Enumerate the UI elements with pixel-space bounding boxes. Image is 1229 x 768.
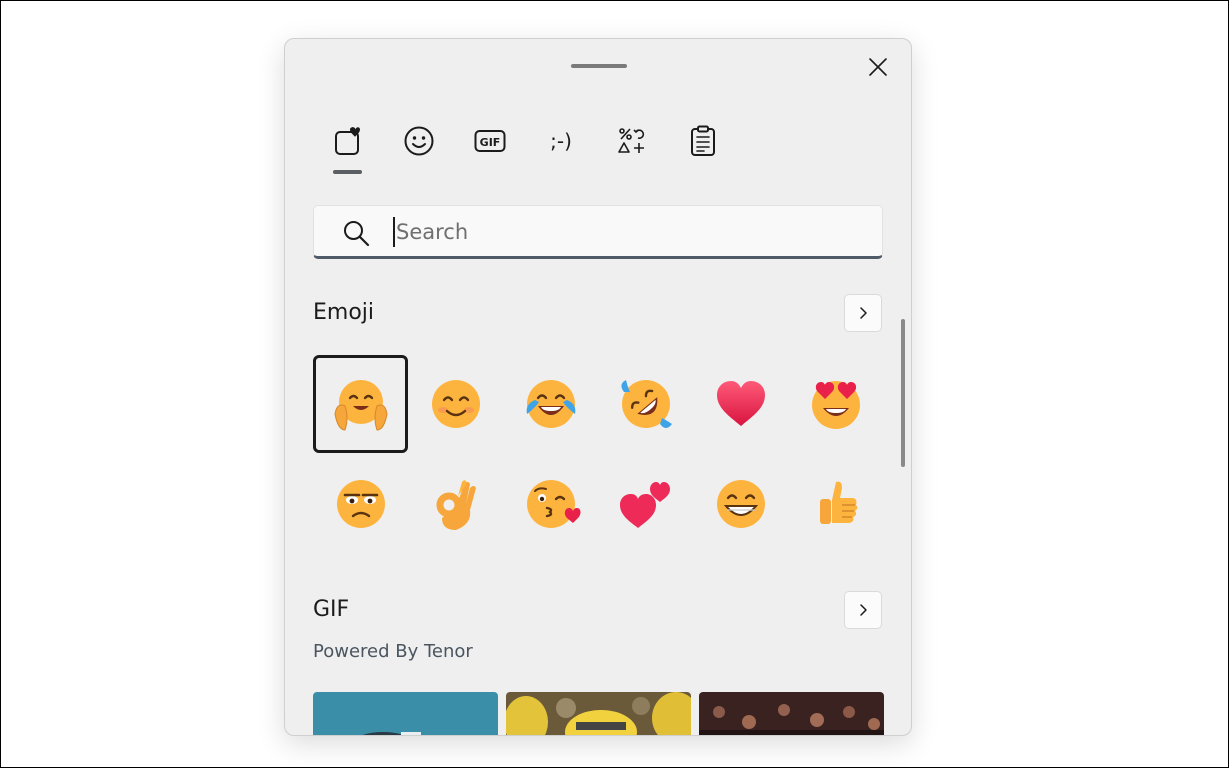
gif-image <box>313 692 498 735</box>
thumbs-up-icon <box>819 481 857 524</box>
tab-kaomoji[interactable]: ;-) <box>526 119 596 163</box>
drag-handle[interactable] <box>571 64 627 68</box>
gif-image <box>506 692 691 735</box>
emoji-cell[interactable] <box>788 455 883 553</box>
emoji-grid <box>313 355 888 555</box>
symbols-icon <box>618 128 645 153</box>
chevron-right-icon <box>860 604 867 616</box>
unamused-face-icon <box>336 480 385 528</box>
two-hearts-icon <box>619 482 670 528</box>
emoji-cell[interactable] <box>598 355 693 453</box>
gif-thumbnail-crowd[interactable] <box>699 692 884 735</box>
tab-symbols[interactable] <box>597 119 667 163</box>
gif-thumbnail-minions[interactable] <box>506 692 691 735</box>
clipboard-icon <box>691 125 715 156</box>
emoji-cell[interactable] <box>408 455 503 553</box>
tab-emoji[interactable] <box>384 119 454 163</box>
emoji-cell[interactable] <box>788 355 883 453</box>
search-icon <box>344 221 370 247</box>
emoji-cell[interactable] <box>503 355 598 453</box>
hugging-face-icon <box>333 380 388 431</box>
tab-recent[interactable] <box>313 119 383 163</box>
ok-hand-icon <box>436 480 476 530</box>
search-input[interactable] <box>396 214 856 250</box>
heart-board-icon <box>335 127 360 155</box>
emoji-cell[interactable] <box>598 455 693 553</box>
tab-clipboard[interactable] <box>668 119 738 163</box>
smiley-icon <box>404 126 434 156</box>
gif-image <box>699 692 884 735</box>
face-blowing-kiss-icon <box>526 480 581 528</box>
emoji-see-more-button[interactable] <box>844 294 882 332</box>
heart-eyes-icon <box>811 381 860 429</box>
search-box[interactable] <box>313 205 883 259</box>
text-caret <box>393 217 395 247</box>
emoji-cell[interactable] <box>313 455 408 553</box>
kaomoji-icon: ;-) <box>550 129 572 153</box>
beaming-face-icon <box>716 480 765 528</box>
red-heart-icon <box>716 381 765 426</box>
chevron-right-icon <box>860 307 867 319</box>
tab-gif[interactable]: GIF <box>455 119 525 163</box>
emoji-section-title: Emoji <box>313 300 375 325</box>
face-with-tears-of-joy-icon <box>526 380 575 428</box>
emoji-cell[interactable] <box>693 355 788 453</box>
gif-icon: GIF <box>474 130 506 152</box>
gif-section-title: GIF <box>313 597 350 622</box>
scrollbar-thumb[interactable] <box>901 319 905 467</box>
rolling-on-floor-laughing-icon <box>620 380 672 428</box>
close-icon <box>869 58 887 76</box>
smiling-face-icon <box>431 380 480 428</box>
emoji-cell[interactable] <box>503 455 598 553</box>
gif-provider-label: Powered By Tenor <box>313 641 473 662</box>
gif-thumbnail-blue[interactable] <box>313 692 498 735</box>
gif-see-more-button[interactable] <box>844 591 882 629</box>
close-button[interactable] <box>860 51 896 83</box>
emoji-panel: GIF ;-) Search Emoji GIF Powered By Teno… <box>284 38 912 736</box>
emoji-cell[interactable] <box>408 355 503 453</box>
svg-text:GIF: GIF <box>480 136 501 149</box>
emoji-cell[interactable] <box>313 355 408 453</box>
tab-selected-indicator <box>333 170 362 174</box>
emoji-cell[interactable] <box>693 455 788 553</box>
